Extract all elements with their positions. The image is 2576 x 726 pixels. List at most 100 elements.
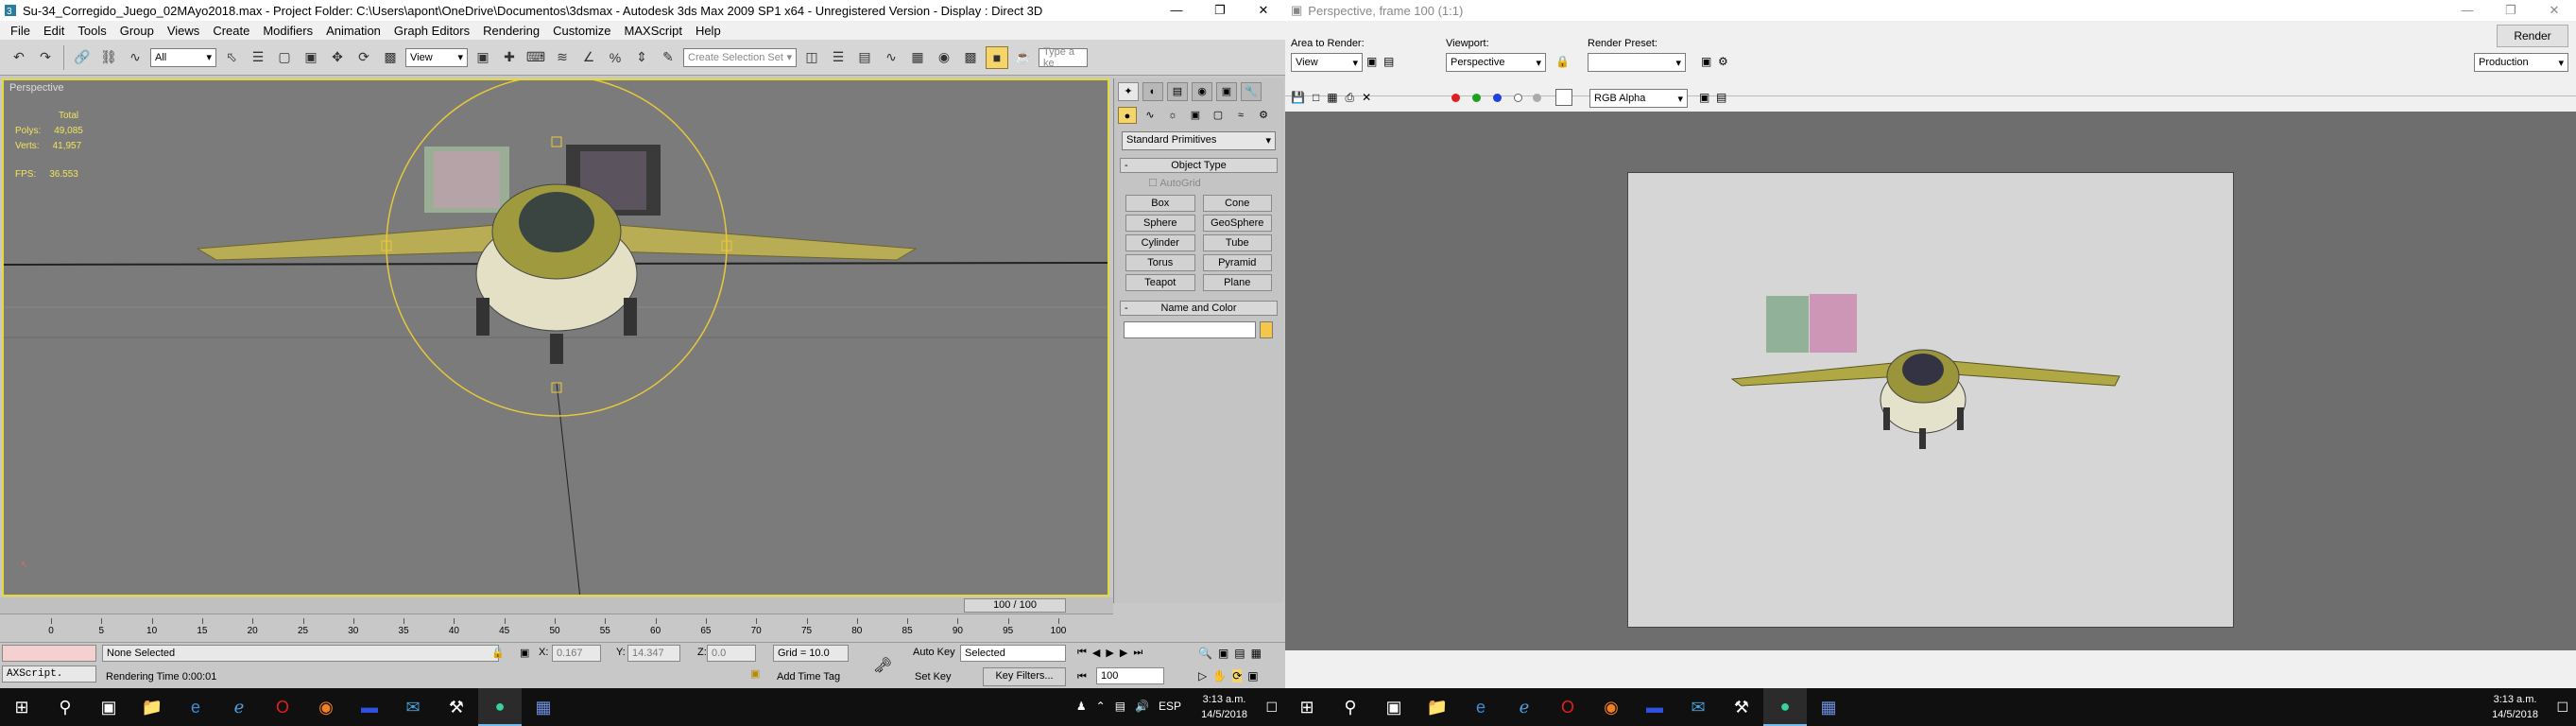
auto-region-icon[interactable]: ▤ [1383, 55, 1394, 68]
angle-snap-icon[interactable]: ∠ [577, 46, 600, 69]
menu-edit[interactable]: Edit [37, 24, 71, 38]
absolute-mode-icon[interactable]: ▣ [520, 647, 529, 659]
material-editor-icon[interactable]: ◉ [933, 46, 955, 69]
create-tab-icon[interactable]: ✦ [1118, 82, 1139, 101]
opera-icon[interactable]: O [261, 688, 304, 726]
menu-modifiers[interactable]: Modifiers [256, 24, 319, 38]
mail-icon[interactable]: ✉ [391, 688, 435, 726]
autogrid-checkbox[interactable]: ☐ AutoGrid [1120, 173, 1278, 193]
zoom-extents-icon[interactable]: ▤ [1234, 647, 1245, 660]
volume-icon[interactable]: 🔊 [1135, 700, 1149, 713]
tube-button[interactable]: Tube [1202, 234, 1272, 251]
blue-channel-toggle[interactable] [1493, 94, 1502, 102]
keyboard-search-field[interactable]: Type a ke [1039, 46, 1088, 69]
select-by-name-icon[interactable]: ☰ [247, 46, 269, 69]
percent-snap-icon[interactable]: % [604, 46, 627, 69]
go-to-end-icon[interactable]: ⏭ [1133, 647, 1142, 659]
ref-coord-dropdown[interactable]: View ▾ [405, 47, 468, 67]
render-preset-dropdown[interactable]: ▾ [1588, 53, 1686, 72]
menu-graph-editors[interactable]: Graph Editors [387, 24, 476, 38]
zoom-all-icon[interactable]: ▣ [1218, 647, 1228, 660]
key-mode-dropdown[interactable]: Selected [960, 645, 1066, 662]
spinner-snap-icon[interactable]: ⇕ [630, 46, 653, 69]
edit-named-selection-icon[interactable]: ✎ [657, 46, 679, 69]
key-filters-button[interactable]: Key Filters... [983, 667, 1066, 686]
minimize-icon[interactable]: — [1155, 0, 1198, 21]
menu-rendering[interactable]: Rendering [476, 24, 546, 38]
rotate-icon[interactable]: ⟳ [352, 46, 375, 69]
time-slider-thumb[interactable]: 100 / 100 [964, 598, 1066, 613]
name-color-header[interactable]: - Name and Color [1120, 301, 1278, 316]
named-selection-dropdown[interactable]: Create Selection Set ▾ [683, 47, 797, 67]
scale-icon[interactable]: ▩ [379, 46, 402, 69]
copy-image-icon[interactable]: □ [1313, 91, 1319, 105]
channel-dropdown[interactable]: RGB Alpha ▾ [1589, 89, 1688, 108]
chevron-up-icon[interactable]: ⌃ [1096, 700, 1106, 713]
close-icon[interactable]: ✕ [1242, 0, 1285, 21]
firefox-icon[interactable]: ◉ [1589, 688, 1633, 726]
render-setup-icon[interactable]: ▩ [959, 46, 982, 69]
set-key-button[interactable]: Set Key [915, 671, 952, 683]
maximize-viewport-icon[interactable]: ▣ [1247, 669, 1258, 683]
viewport-dropdown[interactable]: Perspective ▾ [1446, 53, 1546, 72]
rect-selection-icon[interactable]: ▢ [273, 46, 296, 69]
file-explorer-icon[interactable]: 📁 [130, 688, 174, 726]
add-time-tag[interactable]: Add Time Tag [777, 671, 840, 683]
edge-icon[interactable]: e [1459, 688, 1503, 726]
save-image-icon[interactable]: 💾 [1291, 91, 1305, 105]
zoom-extents-all-icon[interactable]: ▦ [1251, 647, 1262, 660]
opera-icon[interactable]: O [1546, 688, 1589, 726]
task-view-icon[interactable]: ▣ [1372, 688, 1416, 726]
windows-start-icon[interactable]: ⊞ [0, 688, 43, 726]
minimize-icon[interactable]: — [2446, 0, 2489, 21]
systems-icon[interactable]: ⚙ [1254, 107, 1273, 124]
layer-manager-icon[interactable]: ▤ [853, 46, 876, 69]
perspective-viewport[interactable]: Perspective Total Polys: 49,085 Verts: 41,… [2, 78, 1109, 596]
windows-start-icon[interactable]: ⊞ [1285, 688, 1329, 726]
window-crossing-icon[interactable]: ▣ [300, 46, 322, 69]
zoom-icon[interactable]: 🔍 [1198, 647, 1212, 660]
display-tab-icon[interactable]: ▣ [1216, 82, 1237, 101]
spacewarps-icon[interactable]: ≈ [1231, 107, 1250, 124]
people-icon[interactable]: ♟ [1076, 700, 1087, 713]
tools-icon[interactable]: ⚒ [1720, 688, 1763, 726]
menu-group[interactable]: Group [113, 24, 161, 38]
snaps-icon[interactable]: ≋ [551, 46, 574, 69]
auto-key-button[interactable]: Auto Key [913, 647, 955, 658]
mail-icon[interactable]: ✉ [1676, 688, 1720, 726]
swatch[interactable] [1555, 89, 1572, 106]
current-frame-field[interactable]: 100 [1096, 667, 1164, 684]
lock-icon[interactable]: 🔒 [491, 647, 505, 659]
select-link-icon[interactable]: 🔗 [71, 46, 94, 69]
orbit-icon[interactable]: ⟳ [1232, 669, 1243, 683]
maxscript-mini-listener[interactable]: AXScript. [2, 666, 96, 683]
sphere-button[interactable]: Sphere [1125, 215, 1195, 232]
search-icon[interactable]: ⚲ [1329, 688, 1372, 726]
lights-icon[interactable]: ☼ [1163, 107, 1182, 124]
pan-icon[interactable]: ✋ [1212, 669, 1227, 683]
edge-icon[interactable]: e [174, 688, 217, 726]
task-view-icon[interactable]: ▣ [87, 688, 130, 726]
display-alpha-icon[interactable]: ▣ [1699, 91, 1709, 104]
go-to-start-icon[interactable]: ⏮ [1077, 647, 1087, 659]
notifications-icon[interactable]: ☐ [2556, 700, 2568, 716]
next-frame-icon[interactable]: ▶ [1120, 647, 1127, 659]
notifications-icon[interactable]: ☐ [1265, 700, 1278, 716]
3dsmax-taskbar-icon[interactable]: ● [478, 688, 522, 726]
render-setup-icon[interactable]: ▣ [1701, 55, 1711, 68]
app-icon[interactable]: ▬ [348, 688, 391, 726]
trackbar[interactable]: 0 5 10 15 20 25 30 35 40 45 50 55 60 65 70 75 80 85 90 95 10… [0, 614, 1113, 642]
align-icon[interactable]: ☰ [827, 46, 850, 69]
render-mode-dropdown[interactable]: Production ▾ [2474, 53, 2568, 72]
area-to-render-dropdown[interactable]: View ▾ [1291, 53, 1363, 72]
utilities-tab-icon[interactable]: 🔧 [1241, 82, 1262, 101]
internet-explorer-icon[interactable]: ℯ [217, 688, 261, 726]
alpha-channel-toggle[interactable] [1514, 94, 1522, 102]
x-coordinate-field[interactable]: 0.167 [552, 645, 601, 662]
print-icon[interactable]: ⎙ [1346, 91, 1355, 105]
bind-spacewarp-icon[interactable]: ∿ [124, 46, 146, 69]
motion-tab-icon[interactable]: ◉ [1192, 82, 1212, 101]
object-name-field[interactable] [1124, 321, 1256, 338]
clear-icon[interactable]: ✕ [1362, 91, 1371, 105]
monochrome-toggle[interactable] [1533, 94, 1541, 102]
